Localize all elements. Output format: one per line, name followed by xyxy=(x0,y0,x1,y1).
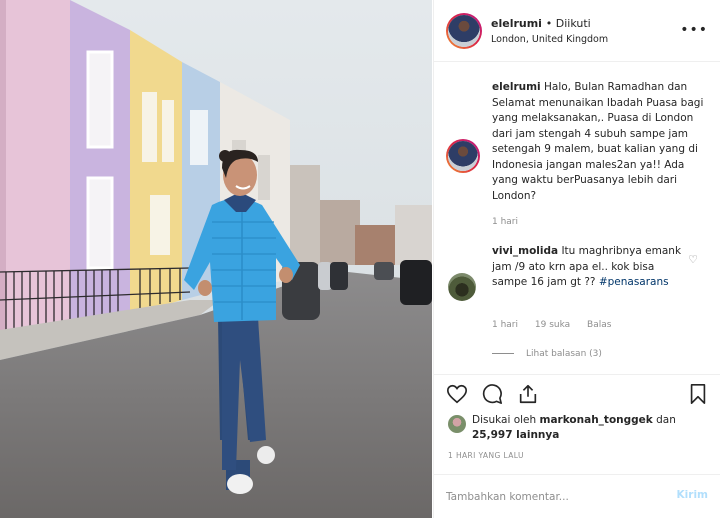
liker-username[interactable]: markonah_tonggek xyxy=(540,414,653,426)
comment-meta: 1 hari 19 suka Balas xyxy=(492,320,625,330)
comment-icon[interactable] xyxy=(481,383,503,405)
author-avatar[interactable] xyxy=(446,13,482,49)
post-header: elelrumi • Diikuti London, United Kingdo… xyxy=(434,0,720,62)
comment-likes[interactable]: 19 suka xyxy=(535,320,570,330)
commenter-avatar[interactable] xyxy=(448,273,476,301)
heart-icon[interactable] xyxy=(446,383,468,405)
post-comment-button[interactable]: Kirim xyxy=(677,489,708,501)
comment-like-icon[interactable]: ♡ xyxy=(688,253,698,266)
likes-middle: dan xyxy=(656,414,676,426)
action-icons xyxy=(446,383,708,409)
replies-divider xyxy=(492,353,514,354)
author-username[interactable]: elelrumi • Diikuti xyxy=(491,17,591,30)
caption-text: elelrumi Halo, Bulan Ramadhan dan Selama… xyxy=(492,80,710,204)
caption-username[interactable]: elelrumi xyxy=(492,81,541,93)
liker-avatar[interactable] xyxy=(448,415,466,433)
caption-time[interactable]: 1 hari xyxy=(492,217,518,227)
commenter-username[interactable]: vivi_molida xyxy=(492,245,558,257)
comment-text: vivi_molida Itu maghribnya emank jam /9 … xyxy=(492,244,692,291)
reply-button[interactable]: Balas xyxy=(587,320,611,330)
comment-hashtag[interactable]: #penasarans xyxy=(599,276,669,288)
comment-time[interactable]: 1 hari xyxy=(492,320,518,330)
view-replies[interactable]: Lihat balasan (3) xyxy=(492,349,602,359)
post-panel: elelrumi • Diikuti London, United Kingdo… xyxy=(433,0,720,518)
share-icon[interactable] xyxy=(517,383,539,405)
bookmark-icon[interactable] xyxy=(688,383,708,405)
posted-ago[interactable]: 1 HARI YANG LALU xyxy=(448,451,524,460)
comments-section: elelrumi Halo, Bulan Ramadhan dan Selama… xyxy=(434,63,720,374)
follow-status[interactable]: • Diikuti xyxy=(546,17,591,30)
post-location[interactable]: London, United Kingdom xyxy=(491,34,608,45)
caption-avatar[interactable] xyxy=(446,139,480,173)
actions-section: Disukai oleh markonah_tonggek dan 25,997… xyxy=(434,374,720,474)
add-comment-bar: Kirim xyxy=(434,474,720,518)
caption-body: Halo, Bulan Ramadhan dan Selamat menunai… xyxy=(492,81,704,202)
post-photo xyxy=(0,0,432,518)
likes-prefix: Disukai oleh xyxy=(472,414,537,426)
comment-input[interactable] xyxy=(446,487,656,507)
more-options-icon[interactable]: ••• xyxy=(680,22,708,38)
author-username-text[interactable]: elelrumi xyxy=(491,17,542,30)
likes-others-count[interactable]: 25,997 lainnya xyxy=(472,429,559,441)
street-photo-illustration xyxy=(0,0,432,518)
view-replies-label[interactable]: Lihat balasan (3) xyxy=(526,349,602,359)
